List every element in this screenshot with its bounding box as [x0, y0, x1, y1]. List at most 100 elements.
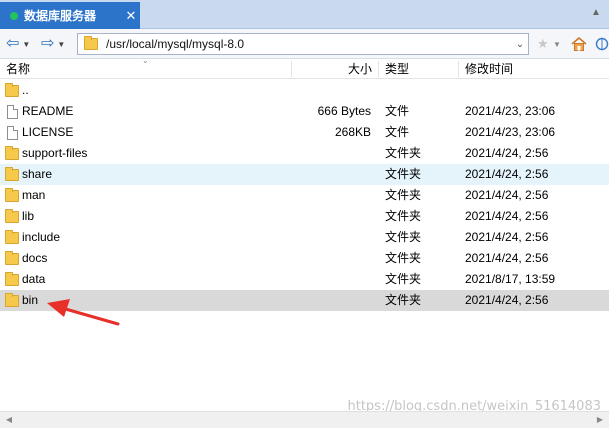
file-size: 268KB — [334, 125, 371, 139]
folder-icon — [5, 271, 19, 286]
file-name-cell[interactable]: LICENSE — [6, 122, 73, 143]
column-name[interactable]: 名称 — [6, 59, 30, 79]
file-name-cell[interactable]: .. — [5, 80, 29, 101]
file-name: share — [22, 167, 53, 181]
folder-icon — [5, 82, 19, 97]
file-modified: 2021/4/24, 2:56 — [465, 167, 549, 181]
tab-scroll-icon[interactable]: ▲ — [589, 6, 603, 20]
folder-icon — [5, 208, 19, 223]
file-name: lib — [22, 209, 35, 223]
table-row[interactable]: include 文件夹 2021/4/24, 2:56 — [0, 227, 609, 248]
file-name: bin — [22, 293, 39, 307]
table-row[interactable]: data 文件夹 2021/8/17, 13:59 — [0, 269, 609, 290]
file-list-header: 名称 ⌄ 大小 类型 修改时间 — [0, 56, 609, 79]
forward-arrow-icon: ⇨ — [41, 35, 55, 52]
file-name: README — [22, 104, 74, 118]
file-modified: 2021/4/24, 2:56 — [465, 188, 549, 202]
table-row[interactable]: bin 文件夹 2021/4/24, 2:56 — [0, 290, 609, 311]
column-type[interactable]: 类型 — [385, 59, 409, 79]
forward-history-dropdown-icon[interactable]: ▼ — [57, 40, 65, 49]
file-name: data — [22, 272, 46, 286]
file-type: 文件夹 — [385, 146, 422, 160]
file-modified: 2021/4/24, 2:56 — [465, 230, 549, 244]
file-name-cell[interactable]: support-files — [5, 143, 88, 164]
file-type: 文件夹 — [385, 293, 422, 307]
tab-title: 数据库服务器 — [24, 9, 97, 23]
address-toolbar: ⇦ ▼ ⇨ ▼ /usr/local/mysql/mysql-8.0 ⌄ ★ ▼ — [0, 29, 609, 59]
bookmark-star-icon[interactable]: ★ — [537, 35, 549, 53]
folder-icon — [5, 229, 19, 244]
back-button[interactable]: ⇦ ▼ — [6, 35, 30, 53]
file-size: 666 Bytes — [317, 104, 371, 118]
tab-database-server[interactable]: 数据库服务器 ✕ — [0, 2, 140, 29]
file-name-cell[interactable]: README — [6, 101, 73, 122]
file-name: include — [22, 230, 61, 244]
back-history-dropdown-icon[interactable]: ▼ — [22, 40, 30, 49]
scroll-right-icon[interactable]: ▶ — [593, 414, 607, 426]
forward-button[interactable]: ⇨ ▼ — [41, 35, 65, 53]
file-type: 文件 — [385, 104, 410, 118]
connection-icon — [595, 37, 609, 51]
file-icon — [6, 125, 18, 140]
file-name: docs — [22, 251, 48, 265]
connect-button[interactable] — [595, 35, 609, 53]
column-divider[interactable] — [291, 61, 292, 77]
file-list: .. README 666 Bytes 文件 2021/4/23, 23:06 … — [0, 80, 609, 311]
address-field[interactable]: /usr/local/mysql/mysql-8.0 ⌄ — [77, 33, 529, 55]
folder-icon — [5, 166, 19, 181]
bookmark-dropdown-icon[interactable]: ▼ — [553, 35, 561, 53]
file-name: man — [22, 188, 46, 202]
folder-icon — [84, 36, 98, 50]
file-modified: 2021/4/24, 2:56 — [465, 209, 549, 223]
table-row[interactable]: README 666 Bytes 文件 2021/4/23, 23:06 — [0, 101, 609, 122]
address-path[interactable]: /usr/local/mysql/mysql-8.0 — [106, 37, 512, 51]
file-name-cell[interactable]: bin — [5, 290, 39, 311]
table-row[interactable]: docs 文件夹 2021/4/24, 2:56 — [0, 248, 609, 269]
scroll-left-icon[interactable]: ◀ — [2, 414, 16, 426]
file-name: support-files — [22, 146, 88, 160]
table-row[interactable]: lib 文件夹 2021/4/24, 2:56 — [0, 206, 609, 227]
file-name-cell[interactable]: share — [5, 164, 53, 185]
back-arrow-icon: ⇦ — [6, 35, 20, 52]
close-tab-icon[interactable]: ✕ — [122, 8, 140, 24]
table-row[interactable]: man 文件夹 2021/4/24, 2:56 — [0, 185, 609, 206]
column-divider[interactable] — [458, 61, 459, 77]
folder-icon — [5, 250, 19, 265]
folder-icon — [5, 292, 19, 307]
table-row[interactable]: LICENSE 268KB 文件 2021/4/23, 23:06 — [0, 122, 609, 143]
file-name-cell[interactable]: data — [5, 269, 46, 290]
file-name: LICENSE — [22, 125, 74, 139]
address-dropdown-icon[interactable]: ⌄ — [512, 39, 528, 50]
file-type: 文件夹 — [385, 209, 422, 223]
file-modified: 2021/4/24, 2:56 — [465, 251, 549, 265]
column-divider[interactable] — [378, 61, 379, 77]
home-icon — [571, 37, 587, 51]
table-row[interactable]: support-files 文件夹 2021/4/24, 2:56 — [0, 143, 609, 164]
file-modified: 2021/4/24, 2:56 — [465, 293, 549, 307]
file-modified: 2021/4/23, 23:06 — [465, 125, 556, 139]
file-type: 文件夹 — [385, 272, 422, 286]
file-name-cell[interactable]: man — [5, 185, 46, 206]
file-modified: 2021/4/23, 23:06 — [465, 104, 556, 118]
file-icon — [6, 104, 18, 119]
column-size[interactable]: 大小 — [348, 59, 372, 79]
sort-descending-icon: ⌄ — [142, 56, 149, 65]
table-row[interactable]: share 文件夹 2021/4/24, 2:56 — [0, 164, 609, 185]
file-type: 文件夹 — [385, 251, 422, 265]
home-button[interactable] — [571, 35, 587, 53]
file-name: .. — [22, 83, 29, 97]
file-name-cell[interactable]: include — [5, 227, 61, 248]
horizontal-scrollbar[interactable]: ◀ ▶ — [0, 411, 609, 428]
file-type: 文件夹 — [385, 188, 422, 202]
file-name-cell[interactable]: lib — [5, 206, 35, 227]
file-modified: 2021/8/17, 13:59 — [465, 272, 556, 286]
column-modified[interactable]: 修改时间 — [465, 59, 513, 79]
table-row[interactable]: .. — [0, 80, 609, 101]
file-name-cell[interactable]: docs — [5, 248, 48, 269]
file-type: 文件夹 — [385, 230, 422, 244]
tab-bar: 数据库服务器 ✕ ▲ — [0, 0, 609, 29]
file-type: 文件 — [385, 125, 410, 139]
connected-status-icon — [10, 11, 18, 20]
file-type: 文件夹 — [385, 167, 422, 181]
folder-icon — [5, 145, 19, 160]
